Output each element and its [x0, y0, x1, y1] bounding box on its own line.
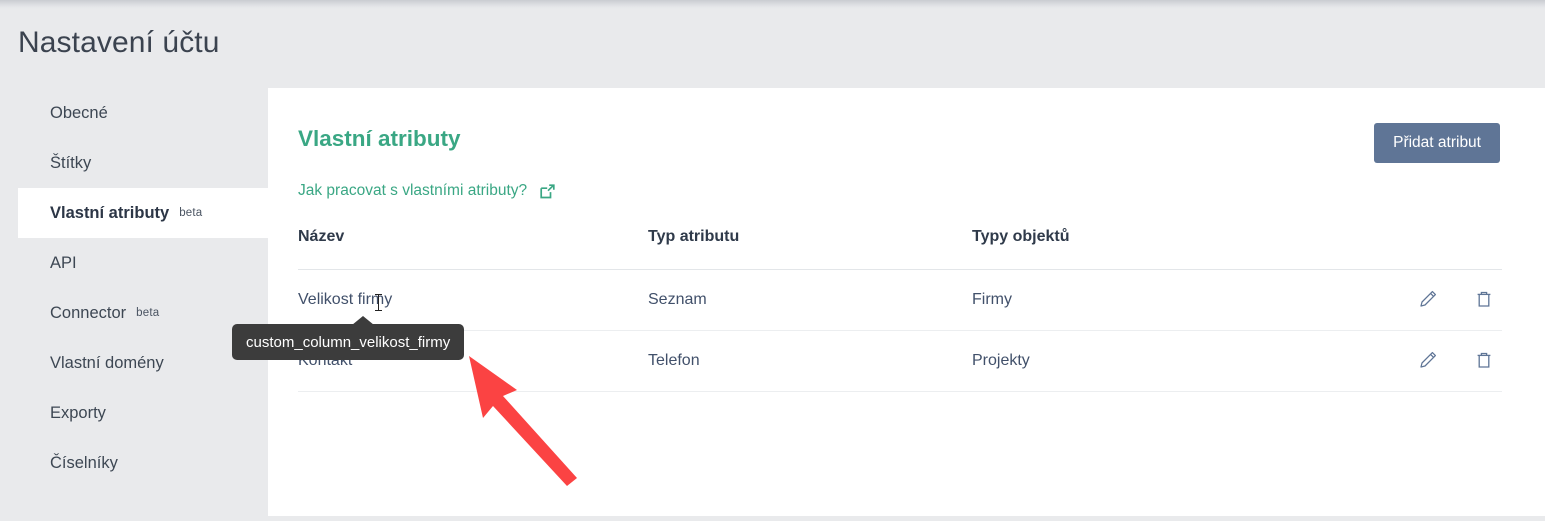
delete-trash-icon[interactable] — [1474, 350, 1494, 372]
sidebar-item-vlastni-domeny[interactable]: Vlastní domény — [18, 338, 268, 388]
edit-pencil-icon[interactable] — [1418, 350, 1438, 372]
column-header-objects: Typy objektů — [972, 228, 1342, 246]
edit-pencil-icon[interactable] — [1418, 289, 1438, 311]
sidebar-item-exporty[interactable]: Exporty — [18, 388, 268, 438]
sidebar-item-ciselniky[interactable]: Číselníky — [18, 438, 268, 488]
text-cursor — [378, 294, 379, 311]
sidebar-item-beta-badge: beta — [179, 207, 202, 219]
content-card: Vlastní atributy Jak pracovat s vlastním… — [268, 88, 1545, 516]
sidebar-item-beta-badge: beta — [136, 307, 159, 319]
table-row[interactable]: Velikost firmy Seznam Firmy — [298, 270, 1502, 331]
sidebar-item-label: API — [50, 254, 77, 273]
sidebar-item-label: Connector — [50, 304, 126, 323]
sidebar-item-api[interactable]: API — [18, 238, 268, 288]
attributes-table: Název Typ atributu Typy objektů Velikost… — [298, 228, 1502, 392]
sidebar-item-label: Štítky — [50, 154, 91, 173]
sidebar-item-label: Vlastní domény — [50, 354, 164, 373]
page-title: Nastavení účtu — [18, 23, 220, 63]
column-header-type: Typ atributu — [648, 228, 972, 246]
help-link-label: Jak pracovat s vlastními atributy? — [298, 181, 527, 201]
cell-attribute-name[interactable]: Velikost firmy — [298, 291, 648, 309]
table-row[interactable]: Kontakt Telefon Projekty — [298, 331, 1502, 392]
sidebar-item-label: Vlastní atributy — [50, 204, 169, 223]
table-header-row: Název Typ atributu Typy objektů — [298, 228, 1502, 270]
account-settings-page: Nastavení účtu Obecné Štítky Vlastní atr… — [0, 0, 1545, 521]
cell-object-types: Projekty — [972, 352, 1342, 370]
delete-trash-icon[interactable] — [1474, 289, 1494, 311]
cell-attribute-type: Seznam — [648, 291, 972, 309]
attribute-code-tooltip: custom_column_velikost_firmy — [232, 324, 464, 360]
sidebar-item-stitky[interactable]: Štítky — [18, 138, 268, 188]
sidebar-item-label: Exporty — [50, 404, 106, 423]
cell-attribute-type: Telefon — [648, 352, 972, 370]
sidebar-item-connector[interactable]: Connector beta — [18, 288, 268, 338]
sidebar-item-label: Obecné — [50, 104, 108, 123]
header-shadow-strip — [0, 0, 1545, 9]
settings-sidebar: Obecné Štítky Vlastní atributy beta API … — [0, 88, 268, 521]
cell-object-types: Firmy — [972, 291, 1342, 309]
sidebar-item-obecne[interactable]: Obecné — [18, 88, 268, 138]
row-actions — [1342, 350, 1502, 372]
sidebar-item-vlastni-atributy[interactable]: Vlastní atributy beta — [18, 188, 268, 238]
section-heading: Vlastní atributy — [298, 125, 461, 153]
row-actions — [1342, 289, 1502, 311]
add-attribute-button[interactable]: Přidat atribut — [1374, 123, 1500, 163]
external-link-icon — [539, 183, 556, 200]
column-header-name: Název — [298, 228, 648, 246]
sidebar-item-label: Číselníky — [50, 454, 118, 473]
help-link[interactable]: Jak pracovat s vlastními atributy? — [298, 181, 556, 201]
